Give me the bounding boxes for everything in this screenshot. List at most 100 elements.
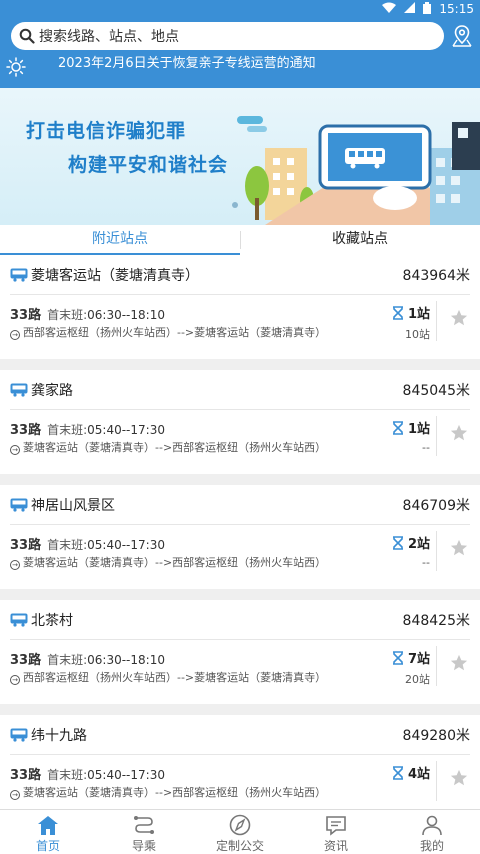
direction-icon: → [10,560,20,570]
route-number: 33路 [10,538,42,553]
battery-icon [423,1,432,17]
eta-info: 4站 [380,763,430,786]
hourglass-icon [392,650,403,665]
direction-icon: → [10,790,20,800]
divider [436,761,437,801]
eta-info: 1站 10站 [380,303,430,342]
nav-profile[interactable]: 我的 [384,810,480,854]
eta-sub: -- [422,556,430,569]
nav-label: 定制公交 [215,839,264,853]
search-input[interactable]: 搜索线路、站点、地点 [11,22,444,50]
eta-info: 2站 -- [380,533,430,569]
stop-name: 龚家路 [31,382,73,399]
tab-nearby[interactable]: 附近站点 [0,225,240,255]
nav-label: 导乘 [131,839,156,853]
sun-icon [6,57,26,77]
eta-stops: 1站 [407,307,430,322]
bus-stop-icon [10,268,28,282]
notice-text[interactable]: 2023年2月6日关于恢复亲子专线运营的通知 [58,52,316,71]
status-bar: 15:15 [0,0,480,18]
route-row[interactable]: 33路 首末班:06:30--18:10 → 西部客运枢纽（扬州火车站西）-->菱塘… [10,640,470,704]
stop-list[interactable]: 菱塘客运站（菱塘清真寺） 843964米 33路 首末班:06:30--18:10… [0,255,480,809]
tab-divider [240,231,241,249]
nav-home[interactable]: 首页 [0,810,96,854]
nav-custom-bus[interactable]: 定制公交 [192,810,288,854]
stop-card[interactable]: 神居山风景区 846709米 33路 首末班:05:40--17:30 → 菱塘客运… [0,485,480,589]
header: 搜索线路、站点、地点 2023年2月6日关于恢复亲子专线运营的通知 [0,18,480,88]
status-time: 15:15 [439,2,474,16]
tab-favorites[interactable]: 收藏站点 [240,225,480,255]
divider [436,646,437,686]
eta-sub: 20站 [405,673,430,686]
notice-bar[interactable]: 2023年2月6日关于恢复亲子专线运营的通知 [0,52,480,84]
route-row[interactable]: 33路 首末班:05:40--17:30 → 菱塘客运站（菱塘清真寺）-->西部客运… [10,410,470,474]
stop-header[interactable]: 神居山风景区 846709米 [10,485,470,525]
compass-icon [229,814,251,836]
promo-banner[interactable]: 打击电信诈骗犯罪 构建平安和谐社会 [0,88,480,225]
stop-card[interactable]: 菱塘客运站（菱塘清真寺） 843964米 33路 首末班:06:30--18:10… [0,255,480,359]
eta-stops: 1站 [407,422,430,437]
message-icon [326,816,346,836]
user-icon [422,815,442,836]
schedule-label: 首末班: [47,538,88,552]
eta-sub: 10站 [405,328,430,341]
schedule-label: 首末班: [47,653,88,667]
banner-pager [232,202,238,208]
nav-guide[interactable]: 导乘 [96,810,192,854]
favorite-star-icon[interactable] [450,769,468,787]
banner-title-line1: 打击电信诈骗犯罪 [26,120,187,142]
route-direction: 菱塘客运站（菱塘清真寺）-->西部客运枢纽（扬州火车站西） [23,786,327,799]
stop-name: 神居山风景区 [31,497,115,514]
route-row[interactable]: 33路 首末班:05:40--17:30 → 菱塘客运站（菱塘清真寺）-->西部客运… [10,755,470,809]
route-guide-icon [134,816,154,834]
home-icon [38,816,58,835]
pager-dot[interactable] [232,202,238,208]
eta-info: 1站 -- [380,418,430,454]
bus-stop-icon [10,728,28,742]
route-row[interactable]: 33路 首末班:06:30--18:10 → 西部客运枢纽（扬州火车站西）-->菱塘… [10,295,470,359]
schedule-time: 06:30--18:10 [87,308,165,322]
direction-icon: → [10,675,20,685]
route-direction: 菱塘客运站（菱塘清真寺）-->西部客运枢纽（扬州火车站西） [23,441,327,454]
stop-header[interactable]: 纬十九路 849280米 [10,715,470,755]
bus-stop-icon [10,498,28,512]
route-number: 33路 [10,653,42,668]
stop-card[interactable]: 北茶村 848425米 33路 首末班:06:30--18:10 → 西部客运枢纽（… [0,600,480,704]
route-row[interactable]: 33路 首末班:05:40--17:30 → 菱塘客运站（菱塘清真寺）-->西部客运… [10,525,470,589]
stop-name: 北茶村 [31,612,73,629]
nav-news[interactable]: 资讯 [288,810,384,854]
schedule-label: 首末班: [47,423,88,437]
route-direction: 西部客运枢纽（扬州火车站西）-->菱塘客运站（菱塘清真寺） [23,671,327,684]
divider [436,416,437,456]
route-direction: 西部客运枢纽（扬州火车站西）-->菱塘客运站（菱塘清真寺） [23,326,327,339]
route-number: 33路 [10,308,42,323]
divider [436,301,437,341]
banner-title-line2: 构建平安和谐社会 [68,154,229,176]
hourglass-icon [392,305,403,320]
favorite-star-icon[interactable] [450,654,468,672]
stop-distance: 843964米 [402,267,470,284]
hourglass-icon [392,765,403,780]
favorite-star-icon[interactable] [450,309,468,327]
stop-header[interactable]: 北茶村 848425米 [10,600,470,640]
stop-card[interactable]: 纬十九路 849280米 33路 首末班:05:40--17:30 → 菱塘客运站（… [0,715,480,809]
schedule-time: 05:40--17:30 [87,423,165,437]
stop-header[interactable]: 龚家路 845045米 [10,370,470,410]
stop-distance: 845045米 [402,382,470,399]
stop-distance: 846709米 [402,497,470,514]
nav-label: 我的 [419,839,444,853]
eta-stops: 7站 [407,652,430,667]
stop-distance: 849280米 [402,727,470,744]
stop-header[interactable]: 菱塘客运站（菱塘清真寺） 843964米 [10,255,470,295]
map-location-icon[interactable] [450,24,474,48]
stop-distance: 848425米 [402,612,470,629]
station-tabs: 附近站点 收藏站点 [0,225,480,255]
favorite-star-icon[interactable] [450,539,468,557]
signal-icon [404,2,416,16]
bus-stop-icon [10,383,28,397]
wifi-icon [382,2,397,16]
stop-card[interactable]: 龚家路 845045米 33路 首末班:05:40--17:30 → 菱塘客运站（菱… [0,370,480,474]
route-number: 33路 [10,423,42,438]
hourglass-icon [392,535,403,550]
favorite-star-icon[interactable] [450,424,468,442]
